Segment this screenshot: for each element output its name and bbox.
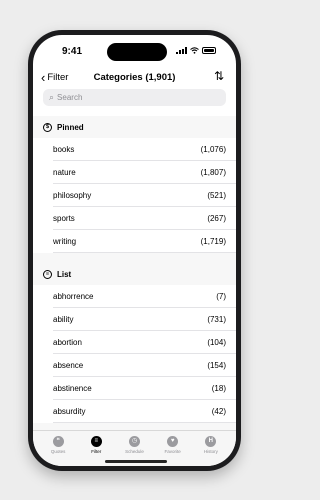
- tab-label: Filter: [91, 449, 102, 454]
- category-list[interactable]: $ Pinned books (1,076) nature (1,807) phil…: [33, 116, 236, 430]
- item-label: abortion: [53, 337, 82, 347]
- battery-icon: [202, 47, 216, 54]
- wifi-icon: [190, 47, 199, 54]
- list-item[interactable]: writing (1,719): [53, 230, 236, 253]
- item-count: (267): [207, 213, 226, 223]
- list-item[interactable]: abhorrence (7): [53, 285, 236, 308]
- item-count: (1,076): [200, 144, 226, 154]
- item-label: absurdity: [53, 406, 86, 416]
- search-input[interactable]: [57, 93, 198, 102]
- navigation-bar: ‹ Filter Categories (1,901) ⇅: [33, 69, 236, 89]
- item-count: (154): [207, 360, 226, 370]
- item-count: (7): [216, 291, 226, 301]
- item-count: (104): [207, 337, 226, 347]
- status-time: 9:41: [62, 46, 83, 57]
- section-header-list: ≡ List: [33, 263, 236, 285]
- item-count: (18): [211, 383, 226, 393]
- tab-label: Favorite: [164, 449, 181, 454]
- sort-icon[interactable]: ⇅: [214, 69, 224, 83]
- list-item[interactable]: ability (731): [53, 308, 236, 331]
- item-count: (1,719): [200, 236, 226, 246]
- list-item[interactable]: absurdity (42): [53, 400, 236, 423]
- list-rows: abhorrence (7) ability (731) abortion (104)…: [33, 285, 236, 423]
- clock-icon: ◷: [128, 436, 140, 447]
- tab-history[interactable]: H History: [193, 436, 229, 466]
- item-label: abstinence: [53, 383, 92, 393]
- pin-icon: $: [43, 122, 52, 132]
- list-icon: ≡: [43, 269, 52, 279]
- item-label: writing: [53, 236, 77, 246]
- section-title: List: [57, 269, 72, 279]
- section-spacer: [33, 253, 236, 263]
- list-item[interactable]: abortion (104): [53, 331, 236, 354]
- list-item[interactable]: nature (1,807): [53, 161, 236, 184]
- section-title: Pinned: [57, 122, 84, 132]
- list-item[interactable]: absence (154): [53, 354, 236, 377]
- pinned-rows: books (1,076) nature (1,807) philosophy (52…: [33, 138, 236, 253]
- tab-label: History: [203, 449, 218, 454]
- status-icons: [176, 47, 216, 54]
- item-count: (731): [207, 314, 226, 324]
- tab-label: Quotes: [50, 449, 66, 454]
- phone-frame: 9:41 ‹ Filter Categories (1,901) ⇅ ⌕ $ P…: [28, 30, 241, 471]
- search-bar: ⌕: [43, 89, 226, 106]
- list-item[interactable]: sports (267): [53, 207, 236, 230]
- item-label: books: [53, 144, 75, 154]
- item-count: (1,807): [200, 167, 226, 177]
- list-item[interactable]: books (1,076): [53, 138, 236, 161]
- dynamic-island: [107, 43, 167, 61]
- screen: 9:41 ‹ Filter Categories (1,901) ⇅ ⌕ $ P…: [33, 35, 236, 466]
- home-indicator: [105, 460, 167, 463]
- heart-icon: ♥: [167, 436, 179, 447]
- cellular-signal-icon: [176, 47, 187, 54]
- item-label: ability: [53, 314, 74, 324]
- filter-icon: ≡: [90, 436, 102, 447]
- page-title: Categories (1,901): [93, 72, 176, 83]
- item-count: (521): [207, 190, 226, 200]
- quote-icon: ❝: [52, 436, 64, 447]
- list-item[interactable]: abstinence (18): [53, 377, 236, 400]
- item-label: nature: [53, 167, 76, 177]
- list-item[interactable]: philosophy (521): [53, 184, 236, 207]
- item-label: absence: [53, 360, 84, 370]
- item-label: sports: [53, 213, 75, 223]
- tab-label: Schedule: [125, 449, 144, 454]
- section-header-pinned: $ Pinned: [33, 116, 236, 138]
- item-label: abhorrence: [53, 291, 94, 301]
- item-count: (42): [211, 406, 226, 416]
- search-icon: ⌕: [49, 92, 55, 102]
- tab-quotes[interactable]: ❝ Quotes: [40, 436, 76, 466]
- history-icon: H: [205, 436, 217, 447]
- item-label: philosophy: [53, 190, 92, 200]
